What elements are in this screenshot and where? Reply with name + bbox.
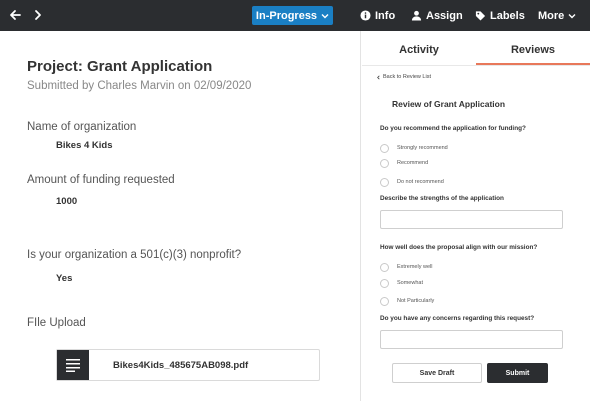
- labels-label: Labels: [490, 9, 525, 22]
- org-name-label: Name of organization: [27, 121, 137, 133]
- chevron-down-icon: [321, 13, 329, 18]
- info-button[interactable]: Info: [360, 7, 395, 24]
- radio-button[interactable]: [380, 278, 389, 288]
- submission-panel: Project: Grant Application Submitted by …: [0, 31, 361, 401]
- more-button[interactable]: More: [538, 7, 576, 24]
- back-to-review-list-link[interactable]: Back to Review List: [376, 74, 431, 80]
- review-title: Review of Grant Application: [392, 99, 506, 109]
- radio-somewhat[interactable]: Somewhat: [380, 278, 423, 288]
- radio-button[interactable]: [380, 296, 389, 306]
- tag-icon: [475, 11, 486, 21]
- tab-divider: [362, 65, 590, 66]
- radio-button[interactable]: [380, 158, 389, 168]
- org-name-value: Bikes 4 Kids: [56, 140, 113, 151]
- radio-button[interactable]: [380, 177, 389, 187]
- nonprofit-label: Is your organization a 501(c)(3) nonprof…: [27, 249, 242, 261]
- radio-extremely-well[interactable]: Extremely well: [380, 262, 432, 272]
- assign-label: Assign: [426, 9, 463, 22]
- user-icon: [411, 10, 422, 21]
- radio-label: Do not recommend: [397, 179, 444, 185]
- radio-strongly-recommend[interactable]: Strongly recommend: [380, 143, 448, 153]
- radio-do-not-recommend[interactable]: Do not recommend: [380, 177, 444, 187]
- submit-button[interactable]: Submit: [487, 363, 548, 383]
- more-label: More: [538, 9, 565, 22]
- project-subtitle: Submitted by Charles Marvin on 02/09/202…: [27, 80, 252, 92]
- nonprofit-value: Yes: [56, 273, 73, 284]
- status-dropdown[interactable]: In-Progress: [252, 6, 333, 25]
- radio-label: Recommend: [397, 160, 429, 166]
- tab-activity[interactable]: Activity: [362, 44, 476, 56]
- question-concerns: Do you have any concerns regarding this …: [380, 315, 535, 322]
- file-attachment[interactable]: Bikes4Kids_485675AB098.pdf: [56, 349, 320, 381]
- chevron-down-icon: [568, 13, 576, 18]
- question-strengths: Describe the strengths of the applicatio…: [380, 195, 504, 202]
- concerns-input[interactable]: [380, 330, 563, 349]
- radio-label: Strongly recommend: [397, 145, 448, 151]
- funding-label: Amount of funding requested: [27, 174, 175, 186]
- radio-recommend[interactable]: Recommend: [380, 158, 428, 168]
- document-icon: [57, 350, 89, 380]
- assign-button[interactable]: Assign: [411, 7, 463, 24]
- chevron-left-icon: [377, 75, 380, 79]
- radio-label: Extremely well: [397, 264, 433, 270]
- labels-button[interactable]: Labels: [475, 7, 525, 24]
- tab-reviews[interactable]: Reviews: [476, 44, 590, 56]
- back-link-label: Back to Review List: [383, 74, 431, 80]
- back-arrow-icon[interactable]: [7, 7, 23, 23]
- forward-chevron-icon[interactable]: [30, 7, 46, 23]
- radio-not-particularly[interactable]: Not Particularly: [380, 296, 434, 306]
- active-tab-indicator: [476, 63, 590, 65]
- info-label: Info: [375, 9, 396, 22]
- question-mission-alignment: How well does the proposal align with ou…: [380, 244, 538, 251]
- info-icon: [360, 10, 371, 21]
- review-panel: Activity Reviews Back to Review List Rev…: [362, 31, 590, 401]
- funding-value: 1000: [56, 196, 78, 207]
- question-recommend: Do you recommend the application for fun…: [380, 125, 526, 132]
- radio-button[interactable]: [380, 262, 389, 272]
- radio-label: Somewhat: [397, 280, 423, 286]
- project-title: Project: Grant Application: [27, 58, 213, 75]
- strengths-input[interactable]: [380, 210, 563, 229]
- top-bar: In-Progress Info Assign Labels More: [0, 0, 590, 31]
- radio-label: Not Particularly: [397, 298, 435, 304]
- file-name: Bikes4Kids_485675AB098.pdf: [113, 359, 249, 371]
- radio-button[interactable]: [380, 143, 389, 153]
- status-label: In-Progress: [255, 9, 318, 22]
- file-upload-label: FIle Upload: [27, 317, 86, 329]
- save-draft-button[interactable]: Save Draft: [392, 363, 482, 383]
